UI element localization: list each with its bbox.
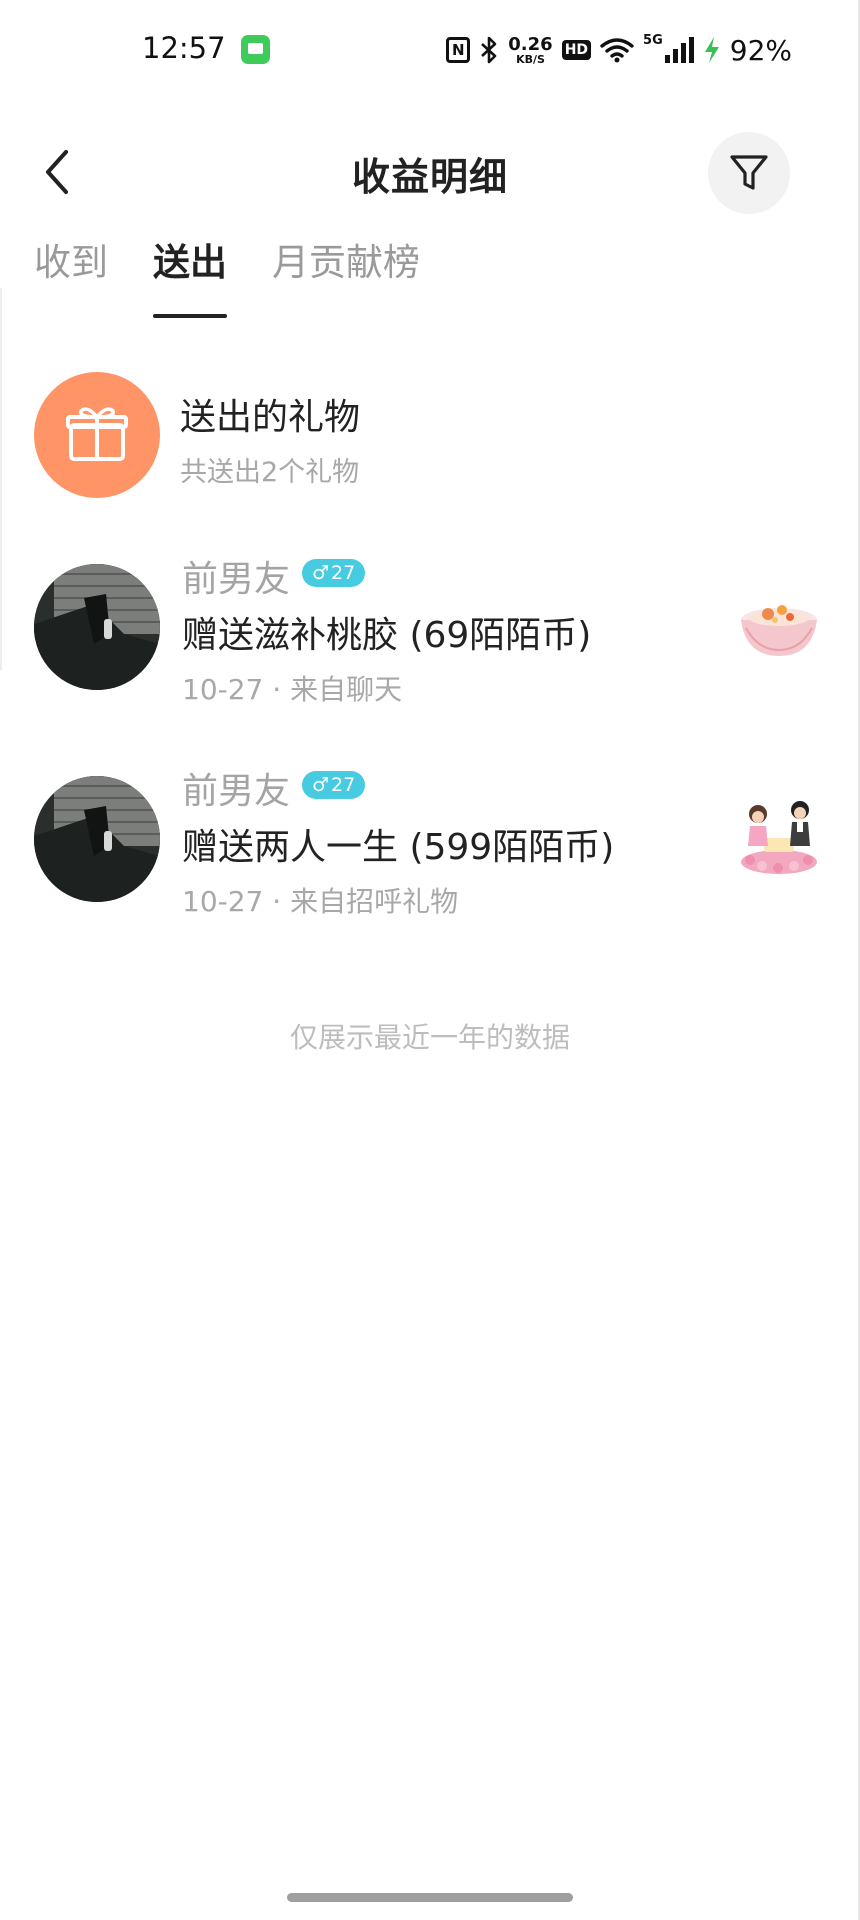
age-value: 27 — [331, 774, 356, 796]
nfc-icon: N — [446, 37, 471, 63]
footer-note: 仅展示最近一年的数据 — [289, 1021, 570, 1054]
filter-icon — [730, 155, 768, 190]
summary-title: 送出的礼物 — [180, 397, 361, 438]
gift-description: 赠送滋补桃胶 (69陌陌币) — [182, 615, 592, 656]
user-name: 前男友 — [182, 771, 291, 812]
charging-icon — [703, 36, 721, 64]
male-icon: ♂ — [312, 562, 330, 584]
status-bar: 12:57 N 0.26 KB/S HD 5G 92% — [0, 0, 860, 100]
edge-divider — [0, 288, 2, 670]
couple-gift-icon — [738, 796, 820, 878]
battery-level: 92% — [729, 33, 792, 67]
avatar[interactable] — [34, 776, 160, 902]
hd-badge: HD — [561, 40, 592, 60]
status-time: 12:57 — [142, 31, 226, 65]
age-value: 27 — [331, 562, 356, 584]
home-indicator[interactable] — [287, 1893, 573, 1902]
network-speed-value: 0.26 — [508, 33, 553, 55]
male-icon: ♂ — [312, 774, 330, 796]
gender-age-badge: ♂ 27 — [302, 771, 366, 799]
gift-meta: 10-27 · 来自招呼礼物 — [182, 885, 459, 918]
filter-button[interactable] — [708, 132, 790, 214]
avatar[interactable] — [34, 564, 160, 690]
gift-description: 赠送两人一生 (599陌陌币) — [182, 827, 615, 868]
network-speed-unit: KB/S — [516, 52, 545, 66]
summary-count: 共送出2个礼物 — [180, 457, 360, 488]
tab-bar: 收到 送出 月贡献榜 — [0, 232, 860, 322]
bluetooth-icon — [479, 36, 499, 64]
network-type: 5G — [643, 33, 663, 48]
network-speed: 0.26 KB/S — [508, 33, 553, 66]
list-item[interactable]: 前男友 ♂ 27 赠送两人一生 (599陌陌币) 10-27 · 来自招呼礼物 — [34, 771, 824, 924]
gift-icon — [34, 372, 160, 498]
wifi-icon — [600, 37, 634, 63]
user-name: 前男友 — [182, 559, 291, 600]
signal-icon: 5G — [643, 33, 694, 63]
tab-monthly-ranking[interactable]: 月贡献榜 — [272, 232, 420, 286]
tab-indicator — [153, 314, 227, 318]
tab-sent[interactable]: 送出 — [153, 232, 227, 286]
sent-gifts-summary: 送出的礼物 共送出2个礼物 — [34, 372, 814, 498]
status-icons: N 0.26 KB/S HD 5G 92% — [446, 30, 792, 70]
gender-age-badge: ♂ 27 — [302, 559, 366, 587]
peach-gum-dessert-icon — [738, 584, 820, 666]
list-item[interactable]: 前男友 ♂ 27 赠送滋补桃胶 (69陌陌币) 10-27 · 来自聊天 — [34, 559, 824, 712]
gift-meta: 10-27 · 来自聊天 — [182, 673, 403, 706]
tab-received[interactable]: 收到 — [34, 232, 108, 286]
message-icon — [241, 35, 270, 64]
